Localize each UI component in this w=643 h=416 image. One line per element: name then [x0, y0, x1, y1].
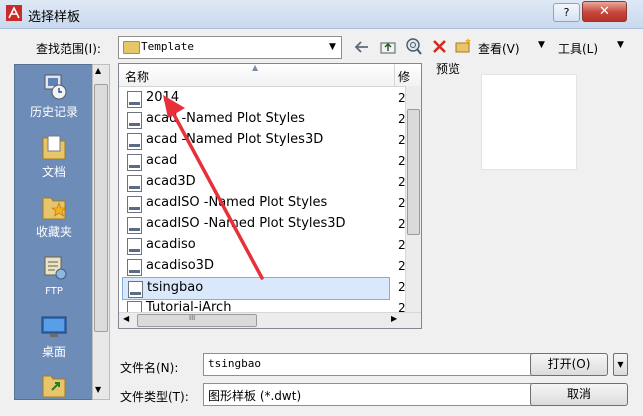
- up-folder-icon[interactable]: [379, 38, 397, 56]
- dwt-file-icon: [127, 196, 142, 213]
- filename-value: tsingbao: [208, 357, 261, 370]
- place-label-documents: 文档: [41, 165, 66, 179]
- file-row[interactable]: acad -Named Plot Styles: [122, 109, 390, 130]
- title-bar: [0, 0, 643, 29]
- dwt-file-icon: [127, 133, 142, 150]
- history-icon: [44, 74, 67, 100]
- place-history[interactable]: 历史记录: [15, 73, 93, 120]
- place-documents[interactable]: 文档: [15, 133, 93, 180]
- file-name: acadISO -Named Plot Styles3D: [146, 216, 346, 231]
- ftp-icon: [44, 256, 67, 280]
- help-button[interactable]: ?: [553, 3, 580, 22]
- place-label-history: 历史记录: [29, 105, 78, 119]
- column-header: 名称 ▲ 修: [119, 64, 421, 87]
- place-desktop[interactable]: 桌面: [15, 313, 93, 360]
- file-name: 2014: [146, 90, 180, 105]
- file-name: acad: [146, 153, 178, 168]
- sort-ascending-icon: ▲: [252, 63, 259, 72]
- dwt-file-icon: [128, 281, 143, 298]
- lookin-label: 查找范围(I):: [36, 42, 101, 56]
- file-row[interactable]: 2014: [122, 88, 390, 109]
- place-ftp[interactable]: FTP: [15, 253, 93, 297]
- autocad-app-icon: [6, 5, 22, 21]
- file-name: tsingbao: [147, 280, 204, 295]
- dwt-file-icon: [127, 259, 142, 276]
- folder-icon: [123, 41, 140, 54]
- file-row[interactable]: acad3D: [122, 172, 390, 193]
- file-name: acadiso: [146, 237, 196, 252]
- filename-label: 文件名(N):: [120, 361, 179, 375]
- tools-chevron-down-icon[interactable]: ▼: [617, 40, 624, 50]
- open-options-chevron-down-icon[interactable]: ▼: [613, 353, 628, 376]
- filetype-value: 图形样板 (*.dwt): [208, 389, 302, 403]
- scroll-right-icon[interactable]: ▶: [391, 314, 397, 323]
- preview-box: [481, 74, 577, 170]
- file-list[interactable]: 名称 ▲ 修 2014 2 acad -Named Plot Styles 2 acad…: [118, 63, 422, 329]
- file-row[interactable]: acadISO -Named Plot Styles: [122, 193, 390, 214]
- file-row[interactable]: acad -Named Plot Styles3D: [122, 130, 390, 151]
- search-web-icon[interactable]: [404, 37, 423, 56]
- file-list-hscroll-thumb[interactable]: [137, 314, 257, 327]
- folder-arrow-icon[interactable]: [39, 371, 69, 397]
- places-scroll-thumb[interactable]: [94, 84, 108, 332]
- open-button[interactable]: 打开(O): [530, 353, 608, 376]
- desktop-icon: [41, 316, 67, 337]
- documents-folder-icon: [42, 135, 66, 160]
- file-name: acad3D: [146, 174, 196, 189]
- places-bar: 历史记录 文档 收藏夹 FTP 桌面: [14, 64, 94, 400]
- dwt-file-icon: [127, 238, 142, 255]
- lookin-dropdown[interactable]: Template ▼: [118, 36, 342, 59]
- filetype-label: 文件类型(T):: [120, 390, 189, 404]
- file-row[interactable]: acad: [122, 151, 390, 172]
- file-row[interactable]: tsingbao: [122, 277, 390, 300]
- back-arrow-icon[interactable]: [353, 38, 371, 56]
- file-name: acad -Named Plot Styles3D: [146, 132, 324, 147]
- views-menu[interactable]: 查看(V): [478, 40, 520, 57]
- place-label-desktop: 桌面: [41, 345, 66, 359]
- favorites-folder-icon: [42, 197, 67, 220]
- column-separator[interactable]: [394, 64, 395, 86]
- file-row[interactable]: acadISO -Named Plot Styles3D: [122, 214, 390, 235]
- lookin-value: Template: [141, 40, 194, 53]
- chevron-down-icon[interactable]: ▼: [324, 37, 341, 58]
- scroll-up-icon[interactable]: ▲: [95, 66, 101, 75]
- new-folder-icon[interactable]: [454, 36, 473, 55]
- hscroll-grip: III: [189, 314, 196, 322]
- dwt-file-icon: [127, 91, 142, 108]
- dwt-file-icon: [127, 217, 142, 234]
- place-label-favorites: 收藏夹: [35, 225, 72, 239]
- place-label-ftp: FTP: [45, 286, 63, 297]
- dwt-file-icon: [127, 112, 142, 129]
- views-chevron-down-icon[interactable]: ▼: [538, 40, 545, 50]
- filetype-dropdown[interactable]: 图形样板 (*.dwt): [203, 383, 535, 406]
- preview-label: 预览: [436, 62, 461, 76]
- file-name: acad -Named Plot Styles: [146, 111, 305, 126]
- column-modified[interactable]: 修: [398, 68, 410, 85]
- place-favorites[interactable]: 收藏夹: [15, 193, 93, 240]
- window-title: 选择样板: [28, 10, 81, 25]
- scroll-down-icon[interactable]: ▼: [95, 385, 101, 394]
- delete-icon[interactable]: [431, 38, 448, 55]
- scroll-left-icon[interactable]: ◀: [123, 314, 129, 323]
- file-list-vscroll-thumb[interactable]: [407, 109, 420, 235]
- dwt-file-icon: [127, 154, 142, 171]
- dwt-file-icon: [127, 175, 142, 192]
- file-name: acadISO -Named Plot Styles: [146, 195, 328, 210]
- file-row[interactable]: acadiso3D: [122, 256, 390, 277]
- file-name: acadiso3D: [146, 258, 214, 273]
- column-name[interactable]: 名称: [125, 68, 149, 85]
- tools-menu[interactable]: 工具(L): [558, 40, 598, 57]
- file-row[interactable]: acadiso: [122, 235, 390, 256]
- close-button[interactable]: ✕: [582, 1, 627, 22]
- cancel-button[interactable]: 取消: [530, 383, 628, 406]
